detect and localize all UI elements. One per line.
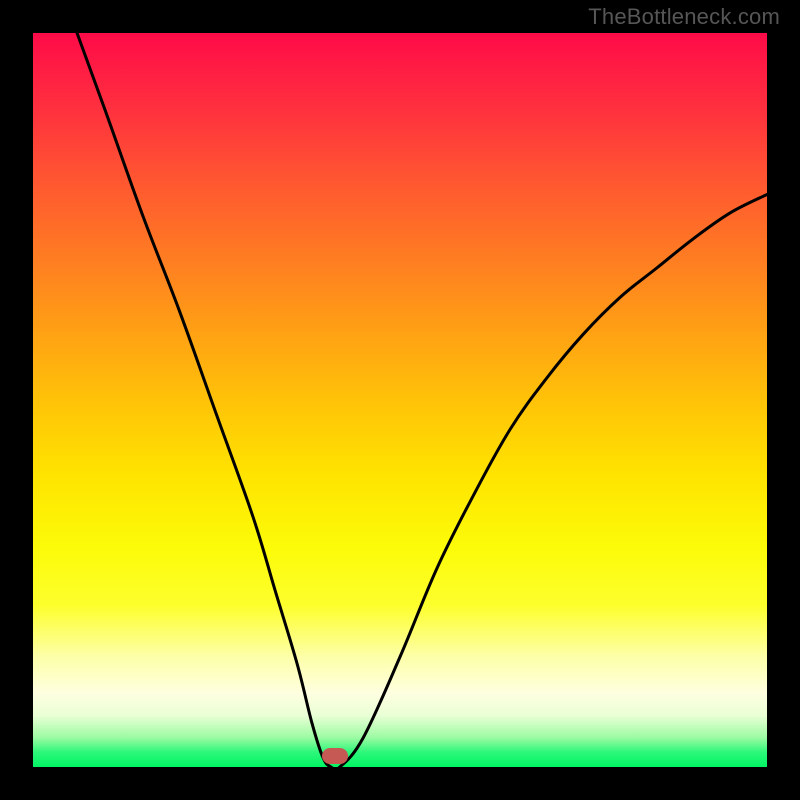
min-marker	[322, 748, 348, 764]
attribution-label: TheBottleneck.com	[588, 4, 780, 30]
plot-area	[33, 33, 767, 767]
chart-frame: TheBottleneck.com	[0, 0, 800, 800]
curve-svg	[33, 33, 767, 767]
bottleneck-curve	[77, 33, 767, 767]
